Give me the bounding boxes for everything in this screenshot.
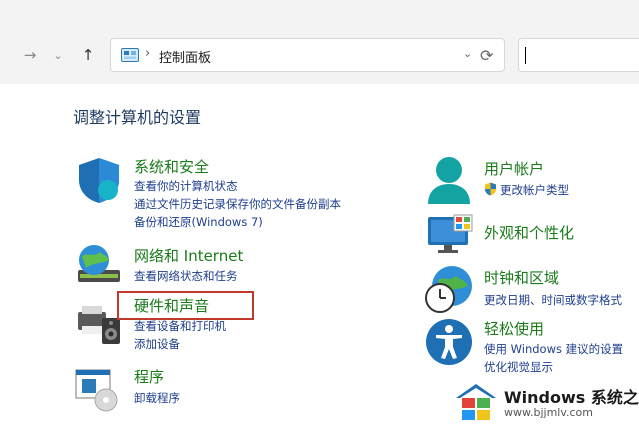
clock-region-icon[interactable] [424,264,474,316]
highlight-box [117,291,254,320]
link-optimize-visual-display[interactable]: 优化视觉显示 [484,359,553,375]
search-input[interactable] [518,38,639,72]
link-file-history-backup[interactable]: 通过文件历史记录保存你的文件备份副本 [134,196,341,212]
ease-of-access-icon[interactable] [425,318,473,366]
category-title-programs[interactable]: 程序 [134,366,164,387]
network-globe-icon[interactable] [74,242,124,288]
control-panel-icon [121,48,139,62]
address-bar[interactable]: › 控制面板 ⌄ [110,38,505,72]
windows-logo-icon [456,384,496,420]
programs-icon[interactable] [74,368,122,412]
text-caret [525,47,526,64]
link-change-account-type[interactable]: 更改帐户类型 [500,182,569,198]
printer-speaker-icon[interactable] [76,302,122,346]
category-title-appearance[interactable]: 外观和个性化 [484,222,574,243]
recent-locations-chevron-icon[interactable]: ⌄ [50,40,66,70]
uac-shield-icon [485,182,496,196]
category-title-clock-region[interactable]: 时钟和区域 [484,267,559,288]
category-title-ease-of-access[interactable]: 轻松使用 [484,318,544,339]
category-title-user-accounts[interactable]: 用户帐户 [484,158,544,179]
shield-icon[interactable] [76,156,122,204]
category-title-system-security[interactable]: 系统和安全 [134,156,209,177]
up-arrow-icon[interactable]: ↑ [76,40,100,70]
watermark-url: www.bjjmlv.com [504,406,593,419]
watermark-title: Windows 系统之家 [504,388,639,407]
user-accounts-icon[interactable] [426,154,472,206]
appearance-personalization-icon[interactable] [426,213,474,255]
link-uninstall-program[interactable]: 卸载程序 [134,390,180,406]
link-add-device[interactable]: 添加设备 [134,336,180,352]
refresh-icon[interactable]: ⟳ [480,46,498,65]
category-title-network-internet[interactable]: 网络和 Internet [134,245,243,266]
link-view-network-status[interactable]: 查看网络状态和任务 [134,268,238,284]
address-dropdown-icon[interactable]: ⌄ [463,47,472,60]
breadcrumb-control-panel[interactable]: 控制面板 [159,47,211,66]
forward-arrow-icon[interactable]: → [18,40,42,70]
link-view-computer-status[interactable]: 查看你的计算机状态 [134,178,238,194]
page-title: 调整计算机的设置 [73,108,202,127]
link-change-date-time-format[interactable]: 更改日期、时间或数字格式 [484,292,622,308]
link-devices-printers[interactable]: 查看设备和打印机 [134,318,226,334]
watermark: Windows 系统之家 www.bjjmlv.com [452,376,639,426]
link-backup-restore[interactable]: 备份和还原(Windows 7) [134,214,263,230]
breadcrumb-separator-icon: › [145,46,151,61]
navigation-toolbar: → ⌄ ↑ › 控制面板 ⌄ ⟳ [0,0,639,84]
link-windows-suggested-settings[interactable]: 使用 Windows 建议的设置 [484,341,623,357]
